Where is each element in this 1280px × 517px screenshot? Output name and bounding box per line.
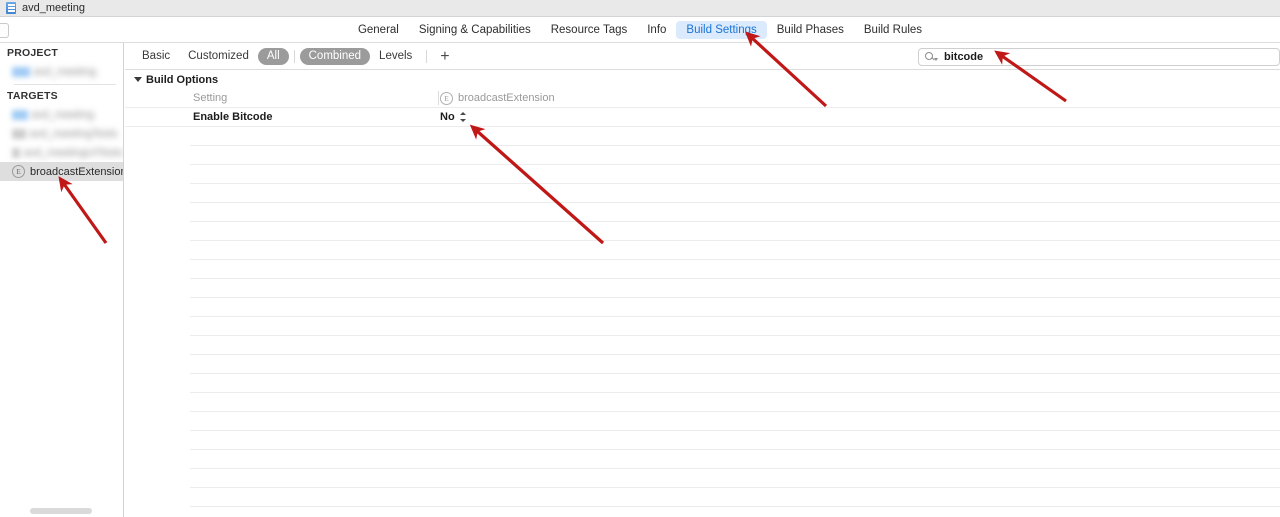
table-row-empty xyxy=(190,469,1280,488)
search-input-value: bitcode xyxy=(944,51,984,63)
tab-info[interactable]: Info xyxy=(637,21,676,39)
table-row-empty xyxy=(190,165,1280,184)
filter-separator-1 xyxy=(293,49,295,63)
column-header-target-label: broadcastExtension xyxy=(458,92,555,104)
sidebar-section-project: PROJECT xyxy=(7,47,58,59)
table-row[interactable]: Enable Bitcode No xyxy=(125,108,1280,127)
target-2-swatch xyxy=(12,128,26,139)
table-row-empty xyxy=(190,317,1280,336)
table-row-empty xyxy=(190,146,1280,165)
sidebar-item-target-3-label: avd_meetingUITests xyxy=(23,146,123,159)
project-targets-sidebar: PROJECT avd_meeting TARGETS avd_meeting … xyxy=(0,43,124,517)
table-row-empty xyxy=(190,355,1280,374)
empty-rows-region xyxy=(125,127,1280,517)
tab-build-phases[interactable]: Build Phases xyxy=(767,21,854,39)
editor-tab-bar: General Signing & Capabilities Resource … xyxy=(0,17,1280,43)
filter-basic-button[interactable]: Basic xyxy=(133,48,179,65)
filter-combined-button[interactable]: Combined xyxy=(299,47,371,65)
sidebar-item-target-3[interactable]: avd_meetingUITests xyxy=(0,143,123,162)
table-row-empty xyxy=(190,298,1280,317)
tab-signing-capabilities[interactable]: Signing & Capabilities xyxy=(409,21,541,39)
chevron-down-icon xyxy=(934,58,938,61)
table-row-empty xyxy=(190,412,1280,431)
setting-value-label: No xyxy=(440,111,455,123)
build-settings-filter-toolbar: Basic Customized All Combined Levels + b… xyxy=(125,43,1280,70)
column-separator xyxy=(438,91,439,105)
editor-chrome-strip: General Signing & Capabilities Resource … xyxy=(0,17,1280,43)
table-row-empty xyxy=(190,184,1280,203)
table-row-empty xyxy=(190,222,1280,241)
filter-all-button[interactable]: All xyxy=(257,47,289,65)
sidebar-item-target-1[interactable]: avd_meeting xyxy=(0,105,123,124)
table-row-empty xyxy=(190,450,1280,469)
setting-name-enable-bitcode: Enable Bitcode xyxy=(193,111,273,123)
column-header-setting: Setting xyxy=(193,92,228,104)
window-title: avd_meeting xyxy=(22,2,85,14)
tab-build-rules[interactable]: Build Rules xyxy=(854,21,932,39)
sidebar-item-broadcast-extension-label: broadcastExtension xyxy=(30,165,124,178)
table-row-empty xyxy=(190,279,1280,298)
column-header-target: E broadcastExtension xyxy=(440,89,555,107)
window-titlebar: avd_meeting xyxy=(0,0,1280,17)
sidebar-item-target-2-label: avd_meetingTests xyxy=(29,127,118,140)
add-user-defined-setting-button[interactable]: + xyxy=(432,48,457,64)
table-row-empty xyxy=(190,507,1280,517)
tab-build-settings[interactable]: Build Settings xyxy=(676,21,767,39)
tab-resource-tags[interactable]: Resource Tags xyxy=(541,21,638,39)
sidebar-item-broadcast-extension[interactable]: E broadcastExtension xyxy=(0,162,123,181)
extension-circle-icon: E xyxy=(440,91,453,105)
sidebar-item-target-2[interactable]: avd_meetingTests xyxy=(0,124,123,143)
build-settings-table: Build Options Setting E broadcastExtensi… xyxy=(125,70,1280,517)
table-row-empty xyxy=(190,488,1280,507)
extension-circle-icon: E xyxy=(12,165,25,178)
project-item-swatch xyxy=(12,66,30,77)
filter-levels-button[interactable]: Levels xyxy=(370,48,421,65)
sidebar-item-target-1-label: avd_meeting xyxy=(31,108,94,121)
table-row-empty xyxy=(190,431,1280,450)
target-1-swatch xyxy=(12,109,28,120)
chevron-down-icon xyxy=(134,77,142,82)
sidebar-horizontal-scrollbar[interactable] xyxy=(30,508,92,514)
sidebar-section-targets: TARGETS xyxy=(7,90,58,102)
search-icon xyxy=(925,51,939,63)
table-row-empty xyxy=(190,127,1280,146)
sidebar-divider xyxy=(14,84,116,85)
table-row-empty xyxy=(190,260,1280,279)
table-row-empty xyxy=(190,336,1280,355)
search-input[interactable]: bitcode xyxy=(918,48,1280,66)
table-header-row: Setting E broadcastExtension xyxy=(125,89,1280,108)
table-row-empty xyxy=(190,393,1280,412)
table-row-empty xyxy=(190,203,1280,222)
sidebar-item-project-label: avd_meeting xyxy=(33,65,96,78)
setting-value-enable-bitcode[interactable]: No xyxy=(440,108,467,126)
tab-general[interactable]: General xyxy=(348,21,409,39)
build-settings-editor: Basic Customized All Combined Levels + b… xyxy=(125,43,1280,517)
sidebar-item-project[interactable]: avd_meeting xyxy=(0,62,123,81)
table-row-empty xyxy=(190,241,1280,260)
filter-separator-2 xyxy=(426,49,428,63)
target-3-swatch xyxy=(12,147,21,158)
value-stepper-icon[interactable] xyxy=(459,111,467,123)
group-header-label: Build Options xyxy=(146,73,219,86)
group-header-build-options[interactable]: Build Options xyxy=(125,70,1280,89)
filter-customized-button[interactable]: Customized xyxy=(179,48,258,65)
table-row-empty xyxy=(190,374,1280,393)
xcode-project-icon xyxy=(6,2,16,14)
